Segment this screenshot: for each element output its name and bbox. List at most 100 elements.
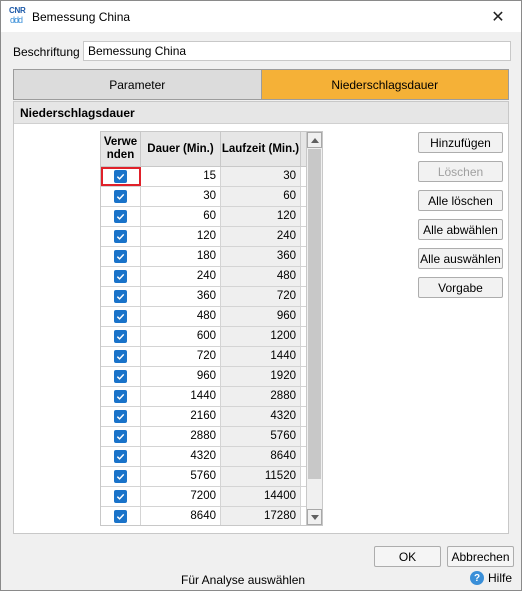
- duration-cell[interactable]: 720: [141, 347, 221, 366]
- tab-parameter[interactable]: Parameter: [14, 70, 262, 99]
- checkbox-checked-icon[interactable]: [114, 510, 127, 523]
- checkbox-checked-icon[interactable]: [114, 290, 127, 303]
- scroll-down-icon[interactable]: [307, 509, 322, 525]
- table-row[interactable]: 7200 14400: [101, 487, 313, 507]
- duration-cell[interactable]: 30: [141, 187, 221, 206]
- table-row[interactable]: 720 1440: [101, 347, 313, 367]
- duration-cell[interactable]: 15: [141, 167, 221, 186]
- scroll-up-icon[interactable]: [307, 132, 322, 148]
- duration-cell[interactable]: 360: [141, 287, 221, 306]
- checkbox-checked-icon[interactable]: [114, 370, 127, 383]
- use-cell[interactable]: [101, 207, 141, 226]
- use-cell[interactable]: [101, 367, 141, 386]
- table-row[interactable]: 960 1920: [101, 367, 313, 387]
- duration-cell[interactable]: 5760: [141, 467, 221, 486]
- runtime-cell: 30: [221, 167, 301, 186]
- cancel-button[interactable]: Abbrechen: [447, 546, 514, 567]
- grid-scrollbar[interactable]: [306, 131, 323, 526]
- duration-cell[interactable]: 2160: [141, 407, 221, 426]
- column-header-runtime[interactable]: Laufzeit (Min.): [221, 132, 301, 166]
- ok-button[interactable]: OK: [374, 546, 441, 567]
- checkbox-checked-icon[interactable]: [114, 210, 127, 223]
- use-cell[interactable]: [101, 287, 141, 306]
- use-cell[interactable]: [101, 187, 141, 206]
- duration-cell[interactable]: 180: [141, 247, 221, 266]
- use-cell[interactable]: [101, 427, 141, 446]
- table-row[interactable]: 240 480: [101, 267, 313, 287]
- use-cell[interactable]: [101, 167, 141, 186]
- duration-cell[interactable]: 2880: [141, 427, 221, 446]
- table-row[interactable]: 120 240: [101, 227, 313, 247]
- checkbox-checked-icon[interactable]: [114, 410, 127, 423]
- checkbox-checked-icon[interactable]: [114, 310, 127, 323]
- use-cell[interactable]: [101, 347, 141, 366]
- defaults-button[interactable]: Vorgabe: [418, 277, 503, 298]
- scroll-thumb[interactable]: [308, 149, 321, 479]
- caption-input[interactable]: [83, 41, 511, 61]
- use-cell[interactable]: [101, 387, 141, 406]
- select-all-button[interactable]: Alle auswählen: [418, 248, 503, 269]
- checkbox-checked-icon[interactable]: [114, 390, 127, 403]
- runtime-cell: 2880: [221, 387, 301, 406]
- add-button[interactable]: Hinzufügen: [418, 132, 503, 153]
- duration-cell[interactable]: 7200: [141, 487, 221, 506]
- use-cell[interactable]: [101, 507, 141, 525]
- delete-button[interactable]: Löschen: [418, 161, 503, 182]
- help-label[interactable]: Hilfe: [488, 571, 512, 585]
- table-row[interactable]: 2160 4320: [101, 407, 313, 427]
- runtime-cell: 1200: [221, 327, 301, 346]
- help-link[interactable]: ? Hilfe: [470, 571, 512, 585]
- duration-cell[interactable]: 8640: [141, 507, 221, 525]
- table-row[interactable]: 4320 8640: [101, 447, 313, 467]
- column-header-duration[interactable]: Dauer (Min.): [141, 132, 221, 166]
- table-row[interactable]: 30 60: [101, 187, 313, 207]
- duration-cell[interactable]: 600: [141, 327, 221, 346]
- column-header-use[interactable]: Verwe nden: [101, 132, 141, 166]
- use-cell[interactable]: [101, 487, 141, 506]
- table-row[interactable]: 600 1200: [101, 327, 313, 347]
- duration-cell[interactable]: 1440: [141, 387, 221, 406]
- checkbox-checked-icon[interactable]: [114, 190, 127, 203]
- use-cell[interactable]: [101, 307, 141, 326]
- checkbox-checked-icon[interactable]: [114, 250, 127, 263]
- table-row[interactable]: 15 30: [101, 167, 313, 187]
- use-cell[interactable]: [101, 227, 141, 246]
- tab-niederschlagsdauer[interactable]: Niederschlagsdauer: [261, 70, 508, 99]
- duration-cell[interactable]: 960: [141, 367, 221, 386]
- table-row[interactable]: 480 960: [101, 307, 313, 327]
- runtime-cell: 360: [221, 247, 301, 266]
- use-cell[interactable]: [101, 407, 141, 426]
- deselect-all-button[interactable]: Alle abwählen: [418, 219, 503, 240]
- table-row[interactable]: 5760 11520: [101, 467, 313, 487]
- checkbox-checked-icon[interactable]: [114, 450, 127, 463]
- use-cell[interactable]: [101, 267, 141, 286]
- delete-all-button[interactable]: Alle löschen: [418, 190, 503, 211]
- duration-cell[interactable]: 60: [141, 207, 221, 226]
- use-cell[interactable]: [101, 247, 141, 266]
- checkbox-checked-icon[interactable]: [114, 430, 127, 443]
- help-icon[interactable]: ?: [470, 571, 484, 585]
- duration-cell[interactable]: 240: [141, 267, 221, 286]
- use-cell[interactable]: [101, 447, 141, 466]
- checkbox-checked-icon[interactable]: [114, 330, 127, 343]
- runtime-cell: 14400: [221, 487, 301, 506]
- table-row[interactable]: 360 720: [101, 287, 313, 307]
- use-cell[interactable]: [101, 327, 141, 346]
- checkbox-checked-icon[interactable]: [114, 350, 127, 363]
- table-row[interactable]: 60 120: [101, 207, 313, 227]
- table-row[interactable]: 180 360: [101, 247, 313, 267]
- duration-cell[interactable]: 120: [141, 227, 221, 246]
- table-row[interactable]: 1440 2880: [101, 387, 313, 407]
- table-row[interactable]: 8640 17280: [101, 507, 313, 525]
- checkbox-checked-icon[interactable]: [114, 170, 127, 183]
- table-row[interactable]: 2880 5760: [101, 427, 313, 447]
- dialog-window: CNR ddd Bemessung China ✕ Beschriftung P…: [0, 0, 522, 591]
- use-cell[interactable]: [101, 467, 141, 486]
- checkbox-checked-icon[interactable]: [114, 270, 127, 283]
- checkbox-checked-icon[interactable]: [114, 230, 127, 243]
- close-icon[interactable]: ✕: [475, 1, 521, 32]
- checkbox-checked-icon[interactable]: [114, 490, 127, 503]
- duration-cell[interactable]: 4320: [141, 447, 221, 466]
- duration-cell[interactable]: 480: [141, 307, 221, 326]
- checkbox-checked-icon[interactable]: [114, 470, 127, 483]
